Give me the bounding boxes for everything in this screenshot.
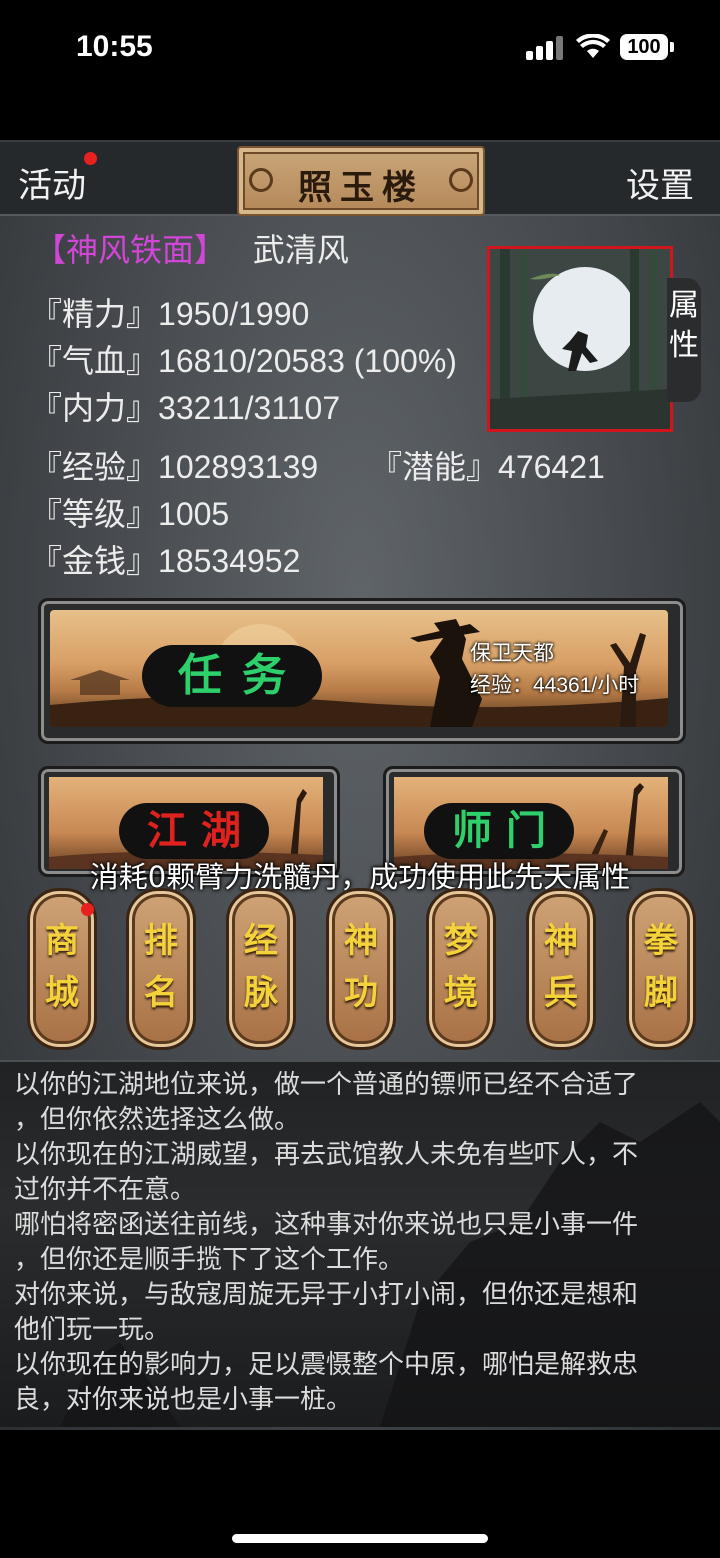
log-line: 他们玩一玩。 (14, 1315, 171, 1345)
stat-energy: 『精力』1950/1990 (30, 296, 310, 332)
log-line: ，但你依然选择这么做。 (14, 1105, 301, 1135)
jianghu-button[interactable]: 江湖 (119, 803, 269, 859)
log-line: 哪怕将密函送往前线，这种事对你来说也只是小事一件 (14, 1210, 639, 1240)
log-line: 良，对你来说也是小事一桩。 (14, 1385, 353, 1415)
menu-glyph-bottom: 功 (344, 973, 378, 1013)
log-line: ，但你还是顺手揽下了这个工作。 (14, 1245, 405, 1275)
settings-button[interactable]: 设置 (626, 158, 694, 207)
portrait-art (490, 249, 670, 429)
location-plaque: 照玉楼 (237, 146, 485, 216)
stat-health: 『气血』16810/20583 (100%) (30, 343, 457, 379)
menu-glyph-top: 梦 (444, 921, 478, 961)
battery-tip (670, 42, 674, 52)
character-name: 武清风 (252, 232, 349, 268)
menu-glyph-bottom: 名 (144, 973, 178, 1013)
status-bar: 10:55 100 (0, 0, 720, 95)
menu-glyph-bottom: 兵 (544, 973, 578, 1013)
clock: 10:55 (76, 30, 153, 63)
menu-glyph-top: 神 (344, 921, 378, 961)
menu-glyph-top: 商 (45, 921, 79, 961)
log-line: 对你来说，与敌寇周旋无异于小打小闹，但你还是想和 (14, 1280, 639, 1310)
menu-glyph-bottom: 境 (444, 973, 478, 1013)
log-line: 以你现在的影响力，足以震慑整个中原，哪怕是解救忠 (14, 1350, 639, 1380)
task-info: 保卫天都 经验：44361/小时 (470, 638, 639, 702)
menu-ranking-button[interactable]: 排 名 (126, 888, 196, 1050)
menu-dream-realm-button[interactable]: 梦 境 (426, 888, 496, 1050)
battery-icon: 100 (620, 34, 668, 60)
character-title: 【神风铁面】 武清风 (34, 225, 349, 271)
shimen-button[interactable]: 师门 (424, 803, 574, 859)
home-indicator[interactable] (232, 1534, 488, 1543)
menu-fist-kick-button[interactable]: 拳 脚 (626, 888, 696, 1050)
game-screen: 活动 照玉楼 设置 【神风铁面】 武清风 『精力』1950/1990 『气血』1… (0, 140, 720, 1430)
menu-divine-skill-button[interactable]: 神 功 (326, 888, 396, 1050)
menu-glyph-top: 拳 (644, 921, 678, 961)
stat-money: 『金钱』18534952 (30, 543, 301, 579)
activity-button[interactable]: 活动 (18, 158, 86, 207)
event-log[interactable]: 以你的江湖地位来说，做一个普通的镖师已经不合适了 ，但你依然选择这么做。 以你现… (0, 1060, 720, 1427)
log-text: 以你的江湖地位来说，做一个普通的镖师已经不合适了 ，但你依然选择这么做。 以你现… (14, 1068, 704, 1418)
task-exp-rate: 经验：44361/小时 (470, 674, 640, 697)
stat-experience: 『经验』102893139 (30, 449, 319, 485)
log-line: 过你并不在意。 (14, 1175, 197, 1205)
menu-glyph-bottom: 脉 (244, 973, 278, 1013)
title-tag: 【神风铁面】 (34, 232, 227, 268)
location-title: 照玉楼 (298, 168, 424, 208)
menu-glyph-top: 经 (244, 921, 278, 961)
menu-glyph-bottom: 城 (45, 973, 79, 1013)
menu-divine-weapon-button[interactable]: 神 兵 (526, 888, 596, 1050)
task-button[interactable]: 任务 (142, 645, 322, 707)
menu-glyph-top: 排 (144, 921, 178, 961)
activity-notification-dot (84, 152, 97, 165)
top-bar: 活动 照玉楼 设置 (0, 140, 720, 216)
cellular-signal-icon (526, 36, 564, 60)
character-portrait[interactable] (487, 246, 673, 432)
wifi-icon (576, 34, 610, 58)
log-line: 以你的江湖地位来说，做一个普通的镖师已经不合适了 (14, 1070, 639, 1100)
stat-potential: 『潜能』476421 (370, 449, 605, 485)
task-mission-name: 保卫天都 (470, 642, 554, 665)
menu-glyph-top: 神 (544, 921, 578, 961)
shop-notification-dot (81, 903, 94, 916)
menu-meridians-button[interactable]: 经 脉 (226, 888, 296, 1050)
stat-level: 『等级』1005 (30, 496, 230, 532)
menu-glyph-bottom: 脚 (644, 973, 678, 1013)
stat-inner-power: 『内力』33211/31107 (30, 390, 341, 426)
log-line: 以你现在的江湖威望，再去武馆教人未免有些吓人，不 (14, 1140, 639, 1170)
attributes-tab[interactable]: 属性 (667, 278, 701, 402)
